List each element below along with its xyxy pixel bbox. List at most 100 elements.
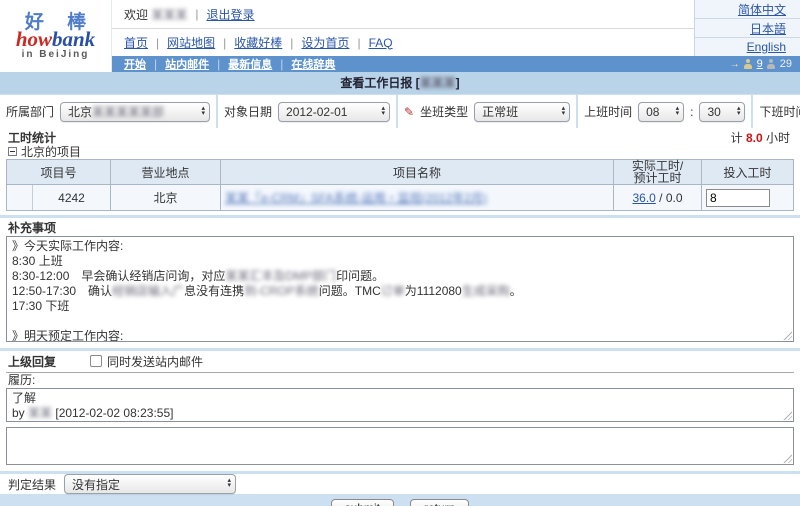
project-name-blurred: 某某「e-CRM」SFA系统-运用・监视(2012年2月) <box>225 191 487 205</box>
welcome-label: 欢迎 <box>124 6 148 23</box>
logout-link[interactable]: 退出登录 <box>207 6 255 23</box>
logo-how: how <box>16 27 52 51</box>
chevron-updown-icon: ▴▾ <box>737 107 741 116</box>
report-owner-name: 某某某 <box>420 76 456 90</box>
date-cell: 对象日期 2012-02-01 ▴▾ <box>218 95 398 128</box>
supplement-label: 补充事项 <box>6 220 794 236</box>
date-value: 2012-02-01 <box>286 105 347 119</box>
project-id: 4242 <box>33 191 110 205</box>
location-cell: 北京 <box>111 185 221 211</box>
shift-value: 正常班 <box>482 103 518 120</box>
table-row: 4242 北京 某某「e-CRM」SFA系统-运用・监视(2012年2月) 36… <box>7 185 794 211</box>
lang-simplified-chinese[interactable]: 简体中文 <box>738 1 786 18</box>
department-label: 所属部门 <box>6 103 54 120</box>
start-hour-value: 08 <box>646 105 659 119</box>
logo-subtitle: in BeiJing <box>22 49 90 60</box>
menu-sitemap[interactable]: 网站地图 <box>167 34 215 51</box>
hours-section: 工时统计 计 8.0 小时 北京的项目 项目号 营业地点 项目名称 实际工时/ … <box>0 128 800 215</box>
language-switcher: 简体中文 日本語 English <box>694 0 800 56</box>
time-colon: : <box>690 105 693 119</box>
page-title: 查看工作日报 [某某某] <box>0 72 800 94</box>
return-button[interactable]: return <box>410 499 469 506</box>
hours-table: 项目号 营业地点 项目名称 实际工时/ 预计工时 投入工时 4242 北京 某某… <box>6 159 794 211</box>
supplement-textarea[interactable]: 》今天实际工作内容:8:30 上班8:30-12:00 早会确认经销店问询，对应… <box>6 236 794 342</box>
shift-select[interactable]: 正常班 ▴▾ <box>474 102 570 122</box>
logo-wordmark: howbank <box>16 30 95 49</box>
project-group-label: 北京的项目 <box>21 143 81 160</box>
estimated-hours: / 0.0 <box>656 191 683 205</box>
chevron-updown-icon: ▴▾ <box>676 107 680 116</box>
edit-icon: ✎ <box>404 106 414 118</box>
online-users: → 9 29 <box>730 58 792 70</box>
offline-user-icon <box>767 59 776 69</box>
divider <box>156 36 159 50</box>
start-hour-select[interactable]: 08 ▴▾ <box>638 102 684 122</box>
logo-bank: bank <box>52 27 95 51</box>
arrow-icon: → <box>730 59 740 70</box>
history-textarea[interactable]: 了解by 某某 [2012-02-02 08:23:55] <box>6 388 794 422</box>
actual-hours-link[interactable]: 36.0 <box>632 191 655 205</box>
lang-english[interactable]: English <box>747 40 786 54</box>
divider <box>195 7 198 21</box>
footer: submit return <box>0 494 800 506</box>
send-mail-checkbox[interactable] <box>90 355 102 367</box>
send-mail-label: 同时发送站内邮件 <box>107 353 203 370</box>
online-count-link[interactable]: 9 <box>757 58 763 70</box>
total-prefix: 计 <box>731 131 743 145</box>
reply-label: 上级回复 <box>8 353 56 370</box>
chevron-updown-icon: ▴▾ <box>382 107 386 116</box>
submit-button[interactable]: submit <box>331 499 394 506</box>
divider <box>217 57 220 71</box>
table-header-row: 项目号 营业地点 项目名称 实际工时/ 预计工时 投入工时 <box>7 160 794 185</box>
total-hours-value: 8.0 <box>746 131 763 145</box>
col-location: 营业地点 <box>111 160 221 185</box>
judge-value: 没有指定 <box>72 476 120 493</box>
department-value-blurred: 某某某某某部 <box>92 105 164 119</box>
menu-home[interactable]: 首页 <box>124 34 148 51</box>
date-select[interactable]: 2012-02-01 ▴▾ <box>278 102 390 122</box>
nav-internal-mail[interactable]: 站内邮件 <box>165 56 209 72</box>
project-name-link[interactable]: 某某「e-CRM」SFA系统-运用・监视(2012年2月) <box>225 191 487 205</box>
end-time-cell: 下班时间 17 ▴▾ : 30 ▴▾ <box>753 95 800 128</box>
divider <box>290 36 293 50</box>
menu-faq[interactable]: FAQ <box>369 36 393 50</box>
actual-estimated-cell: 36.0 / 0.0 <box>614 185 702 211</box>
history-area: 履历: 了解by 某某 [2012-02-02 08:23:55] <box>6 372 794 465</box>
logo: 好 棒 howbank in BeiJing <box>0 0 112 72</box>
shift-label: 坐班类型 <box>420 103 468 120</box>
start-minute-value: 30 <box>707 105 720 119</box>
menu-row: 首页 网站地图 收藏好棒 设为首页 FAQ <box>112 29 694 56</box>
project-id-cell: 4242 <box>7 185 111 211</box>
input-hours-field[interactable] <box>706 189 770 207</box>
nav-latest-info[interactable]: 最新信息 <box>228 56 272 72</box>
shift-cell: ✎ 坐班类型 正常班 ▴▾ <box>398 95 578 128</box>
department-select[interactable]: 北京某某某某某部 ▴▾ <box>60 102 210 122</box>
menu-set-homepage[interactable]: 设为首页 <box>301 34 349 51</box>
chevron-updown-icon: ▴▾ <box>202 107 206 116</box>
history-label: 履历: <box>6 373 794 388</box>
welcome-row: 欢迎 某某某 退出登录 <box>112 0 694 29</box>
divider <box>223 36 226 50</box>
col-actual-estimated: 实际工时/ 预计工时 <box>614 160 702 185</box>
chevron-updown-icon: ▴▾ <box>562 107 566 116</box>
reply-section: 上级回复 同时发送站内邮件 履历: 了解by 某某 [2012-02-02 08… <box>0 351 800 471</box>
reply-textarea[interactable] <box>6 427 794 465</box>
hours-total: 计 8.0 小时 <box>731 129 790 146</box>
lang-japanese[interactable]: 日本語 <box>750 20 786 37</box>
filter-row: 所属部门 北京某某某某某部 ▴▾ 对象日期 2012-02-01 ▴▾ ✎ 坐班… <box>0 95 800 128</box>
project-group-row: 北京的项目 <box>0 145 800 159</box>
start-minute-select[interactable]: 30 ▴▾ <box>699 102 745 122</box>
menu-favorite[interactable]: 收藏好棒 <box>234 34 282 51</box>
header: 好 棒 howbank in BeiJing 欢迎 某某某 退出登录 首页 网站… <box>0 0 800 72</box>
divider <box>357 36 360 50</box>
project-name-cell: 某某「e-CRM」SFA系统-运用・监视(2012年2月) <box>221 185 614 211</box>
total-suffix: 小时 <box>766 131 790 145</box>
nav-start[interactable]: 开始 <box>124 56 146 72</box>
col-project-id: 项目号 <box>7 160 111 185</box>
judge-row: 判定结果 没有指定 ▴▾ <box>0 474 800 494</box>
collapse-icon[interactable] <box>8 147 17 156</box>
judge-select[interactable]: 没有指定 ▴▾ <box>64 474 236 494</box>
resize-grip-icon[interactable] <box>782 453 792 463</box>
nav-online-dictionary[interactable]: 在线辞典 <box>291 56 335 72</box>
end-time-label: 下班时间 <box>759 103 800 120</box>
